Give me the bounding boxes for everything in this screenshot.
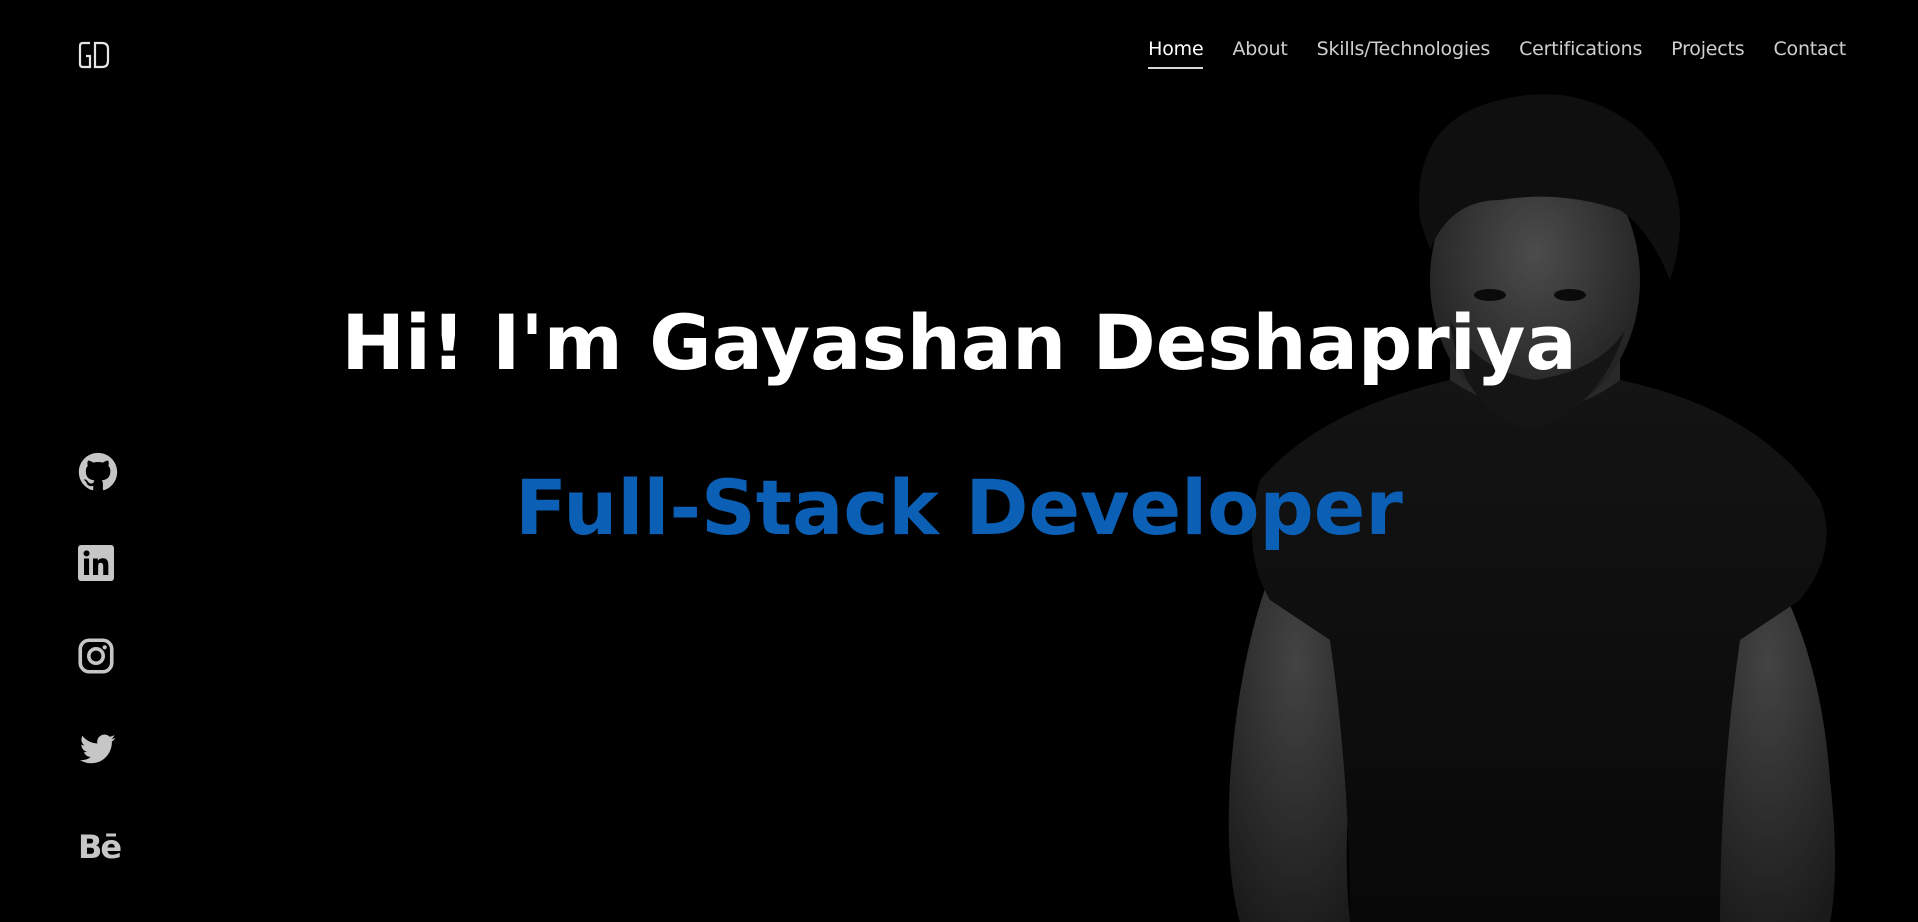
hero-title-text: Hi! I'm Gayashan Deshapriya <box>341 298 1577 387</box>
hero-title: Hi! I'm Gayashan Deshapriya <box>0 305 1918 381</box>
nav-certifications-link[interactable]: Certifications <box>1519 38 1642 69</box>
gd-logo-icon <box>78 41 110 69</box>
nav-skills-link[interactable]: Skills/Technologies <box>1317 38 1491 69</box>
hero-subtitle: Full-Stack Developer <box>0 470 1918 546</box>
nav-contact-link[interactable]: Contact <box>1773 38 1846 69</box>
nav-about-link[interactable]: About <box>1232 38 1287 69</box>
instagram-icon <box>78 638 114 674</box>
hero-page: Home About Skills/Technologies Certifica… <box>0 0 1918 922</box>
site-logo[interactable] <box>78 40 110 70</box>
twitter-link[interactable] <box>78 731 124 777</box>
hero-subtitle-text: Full-Stack Developer <box>515 463 1403 552</box>
linkedin-link[interactable] <box>78 545 124 591</box>
github-icon <box>78 452 118 491</box>
instagram-link[interactable] <box>78 638 124 684</box>
twitter-icon <box>80 734 116 764</box>
linkedin-icon <box>78 545 114 581</box>
behance-link[interactable]: Bē <box>78 824 124 870</box>
github-link[interactable] <box>78 452 124 498</box>
behance-icon: Bē <box>78 828 122 866</box>
main-nav: Home About Skills/Technologies Certifica… <box>1148 38 1846 69</box>
nav-home-link[interactable]: Home <box>1148 38 1204 69</box>
nav-projects-link[interactable]: Projects <box>1671 38 1745 69</box>
